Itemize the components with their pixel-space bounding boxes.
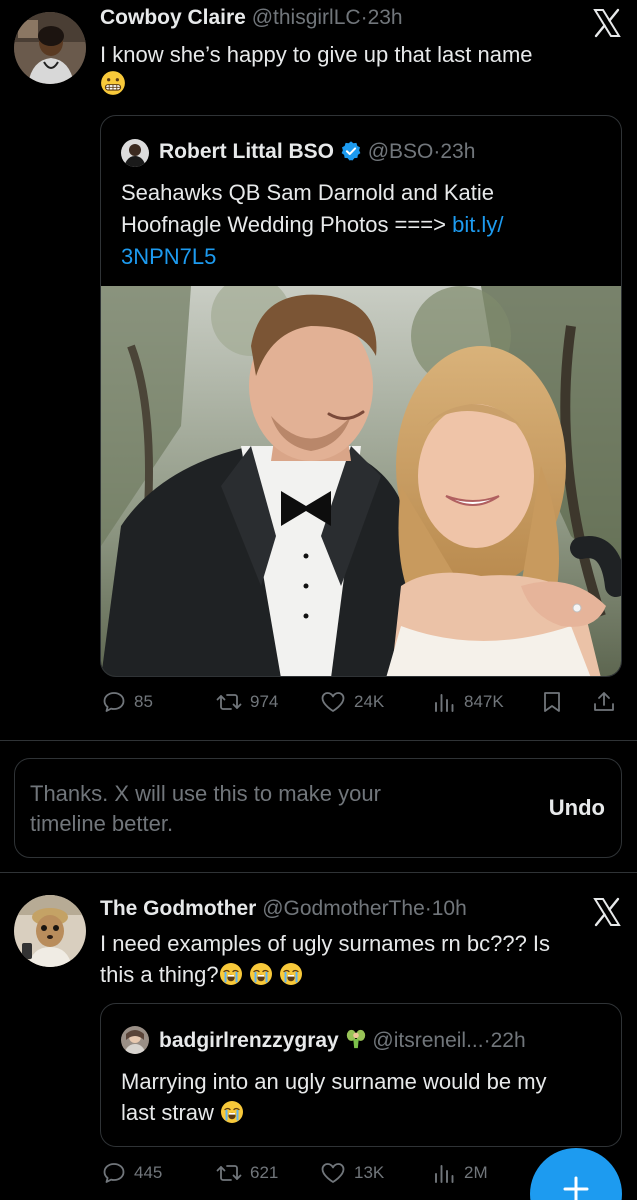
x-logo-icon[interactable] — [592, 8, 622, 38]
timestamp[interactable]: 23h — [368, 6, 403, 29]
divider — [0, 740, 637, 741]
like-icon — [320, 690, 346, 714]
avatar[interactable] — [14, 895, 86, 967]
repost-button[interactable]: 974 — [216, 690, 278, 714]
views-icon — [432, 1161, 456, 1185]
tweet-the-godmother[interactable]: The Godmother @GodmotherThe·10h I need e… — [0, 873, 637, 1200]
x-logo-icon[interactable] — [592, 897, 622, 927]
tweet-header: The Godmother @GodmotherThe·10h — [100, 897, 467, 921]
loudly-crying-face-icon — [219, 962, 243, 986]
like-button[interactable]: 13K — [320, 1161, 384, 1185]
like-button[interactable]: 24K — [320, 690, 384, 714]
share-button[interactable] — [592, 690, 616, 714]
repost-icon — [216, 1161, 242, 1185]
reply-count: 445 — [134, 1163, 163, 1182]
notice-text: Thanks. X will use this to make your tim… — [30, 781, 381, 836]
timestamp[interactable]: 10h — [432, 897, 467, 920]
avatar[interactable] — [14, 12, 86, 84]
loudly-crying-face-icon — [249, 962, 273, 986]
views-count: 2M — [464, 1163, 488, 1182]
quote-text-line-1: Marrying into an ugly surname would be m… — [121, 1069, 547, 1094]
quote-text: Marrying into an ugly surname would be m… — [121, 1066, 611, 1128]
quote-avatar[interactable] — [121, 1026, 149, 1054]
fairy-emoji-icon — [346, 1029, 365, 1049]
reply-icon — [102, 1161, 126, 1185]
verified-badge-icon — [340, 140, 362, 162]
views-icon — [432, 690, 456, 714]
reply-icon — [102, 690, 126, 714]
author-name[interactable]: The Godmother — [100, 897, 256, 920]
dot-separator: · — [483, 1029, 491, 1052]
wedding-photo[interactable] — [101, 286, 621, 676]
dot-separator: · — [424, 897, 432, 920]
repost-count: 974 — [250, 692, 279, 711]
reply-button[interactable]: 85 — [102, 690, 153, 714]
tweet-cowboy-claire[interactable]: Cowboy Claire @thisgirlLC·23h I know she… — [0, 0, 637, 740]
quote-text: Seahawks QB Sam Darnold and Katie Hoofna… — [121, 177, 561, 273]
quote-header: Robert Littal BSO @BSO·23h — [159, 140, 475, 164]
grimacing-face-icon — [100, 70, 126, 96]
bookmark-icon — [540, 690, 564, 714]
quote-text-content: Seahawks QB Sam Darnold and Katie Hoofna… — [121, 180, 494, 237]
views-count: 847K — [464, 692, 504, 711]
dot-separator: · — [360, 6, 368, 29]
repost-icon — [216, 690, 242, 714]
tweet-text-line-1: I need examples of ugly surnames rn bc??… — [100, 931, 551, 956]
reply-count: 85 — [134, 692, 153, 711]
quote-author-name[interactable]: Robert Littal BSO — [159, 140, 334, 163]
tweet-text: I need examples of ugly surnames rn bc??… — [100, 928, 600, 990]
tweet-text-content: I know she’s happy to give up that last … — [100, 42, 533, 67]
quoted-tweet[interactable]: badgirlrenzzygray @itsreneil...·22h Marr… — [100, 1003, 622, 1147]
share-icon — [592, 690, 616, 714]
views-button[interactable]: 2M — [432, 1161, 488, 1185]
like-count: 13K — [354, 1163, 385, 1182]
feedback-notice: Thanks. X will use this to make your tim… — [14, 758, 622, 858]
quote-timestamp[interactable]: 22h — [491, 1029, 526, 1052]
wedding-photo-image — [101, 286, 621, 676]
tweet-actions: 85 974 24K 847K — [0, 690, 637, 720]
tweet-text: I know she’s happy to give up that last … — [100, 40, 600, 102]
quote-author-handle[interactable]: @itsreneil... — [372, 1029, 483, 1052]
like-icon — [320, 1161, 346, 1185]
plus-icon — [563, 1176, 589, 1200]
undo-button[interactable]: Undo — [549, 795, 605, 821]
tweet-text-line-2: this a thing? — [100, 962, 219, 987]
quote-text-line-2: last straw — [121, 1100, 214, 1125]
author-handle[interactable]: @GodmotherThe — [262, 897, 425, 920]
tweet-header: Cowboy Claire @thisgirlLC·23h — [100, 6, 403, 30]
quoted-tweet[interactable]: Robert Littal BSO @BSO·23h Seahawks QB S… — [100, 115, 622, 677]
quote-timestamp[interactable]: 23h — [440, 140, 475, 163]
like-count: 24K — [354, 692, 385, 711]
loudly-crying-face-icon — [279, 962, 303, 986]
quote-author-handle[interactable]: @BSO — [368, 140, 434, 163]
author-name[interactable]: Cowboy Claire — [100, 6, 246, 29]
quote-author-name[interactable]: badgirlrenzzygray — [159, 1029, 339, 1052]
views-button[interactable]: 847K — [432, 690, 504, 714]
quote-avatar[interactable] — [121, 139, 149, 167]
bookmark-button[interactable] — [540, 690, 564, 714]
loudly-crying-face-icon — [220, 1100, 244, 1124]
repost-count: 621 — [250, 1163, 279, 1182]
quote-header: badgirlrenzzygray @itsreneil...·22h — [159, 1028, 526, 1053]
author-handle[interactable]: @thisgirlLC — [252, 6, 361, 29]
reply-button[interactable]: 445 — [102, 1161, 162, 1185]
repost-button[interactable]: 621 — [216, 1161, 278, 1185]
